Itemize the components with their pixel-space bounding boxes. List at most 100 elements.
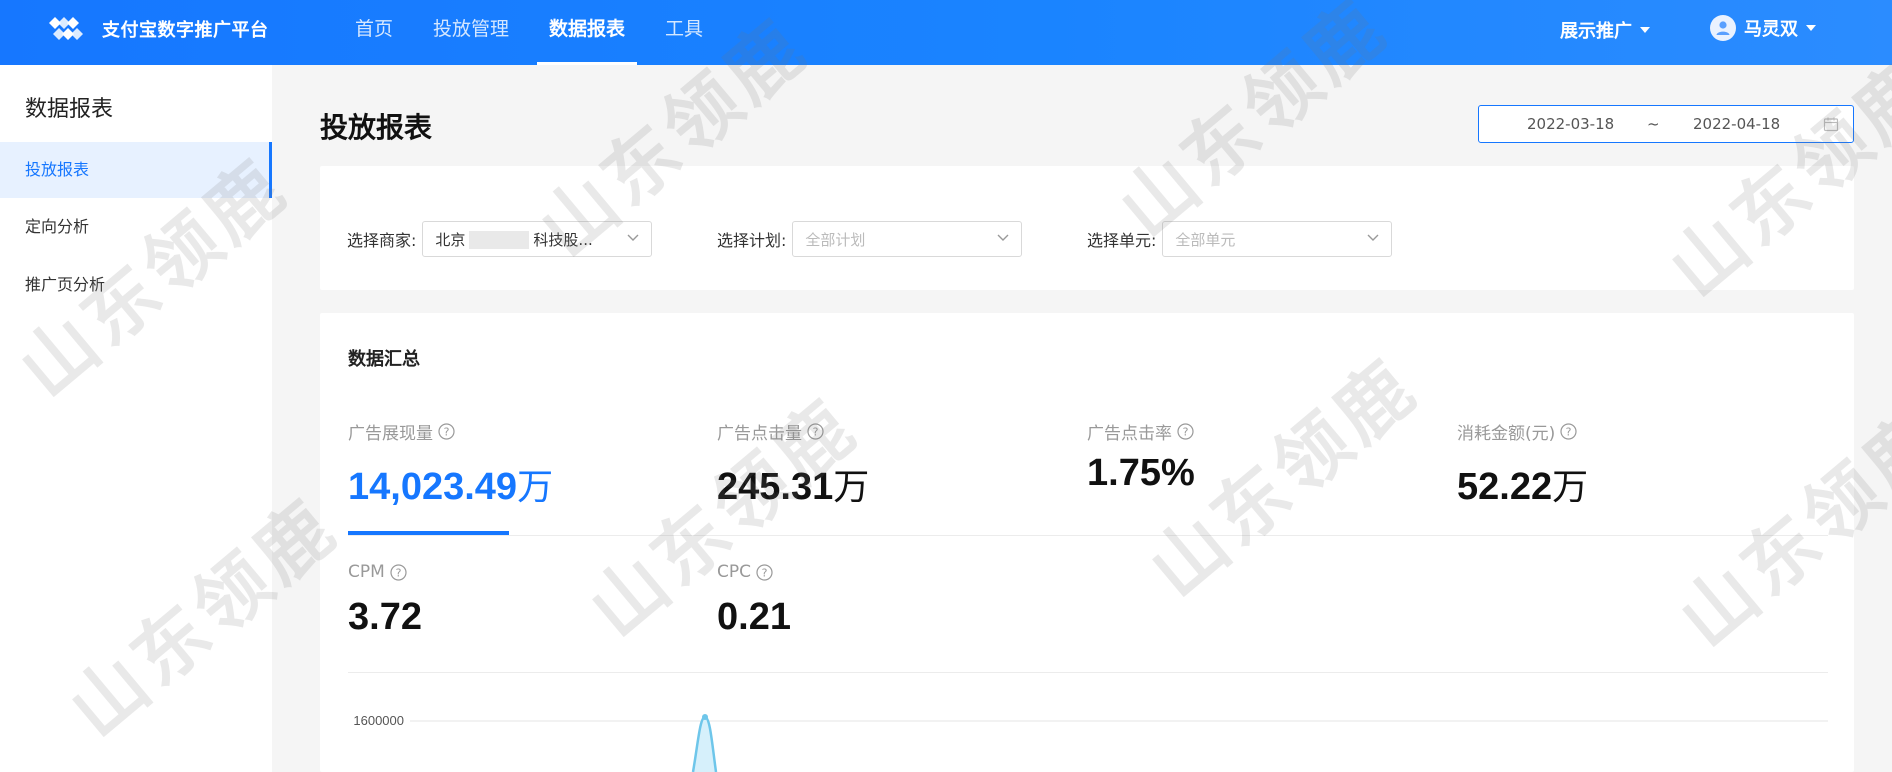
metric-label-text: 广告点击量 xyxy=(717,424,802,444)
user-menu[interactable]: 马灵双 xyxy=(1710,15,1816,41)
alipay-logo-icon xyxy=(49,17,83,40)
metric-label: 广告点击率 ? xyxy=(1087,419,1195,444)
unit-select-placeholder: 全部单元 xyxy=(1175,230,1236,249)
metric-clicks[interactable]: 广告点击量 ? 245.31万 xyxy=(717,419,869,510)
date-start[interactable]: 2022-03-18 xyxy=(1527,115,1614,133)
svg-text:?: ? xyxy=(444,426,450,439)
metric-cpc[interactable]: CPC ? 0.21 xyxy=(717,562,791,639)
chevron-down-icon xyxy=(627,234,639,241)
date-end[interactable]: 2022-04-18 xyxy=(1693,115,1780,133)
y-tick-label: 1600000 xyxy=(353,713,404,728)
metric-value: 0.21 xyxy=(717,596,791,639)
metric-unit: 万 xyxy=(833,466,870,507)
filter-panel: 选择商家: 北京 科技股... 选择计划: 全部计划 选择单元: 全部单元 xyxy=(320,166,1854,290)
calendar-icon xyxy=(1823,117,1839,132)
help-icon[interactable]: ? xyxy=(807,423,824,440)
svg-text:?: ? xyxy=(395,566,401,579)
metric-label: 广告展现量 ? xyxy=(348,419,553,444)
user-name: 马灵双 xyxy=(1744,19,1798,40)
metric-cpm[interactable]: CPM ? 3.72 xyxy=(348,562,422,639)
metric-value: 1.75% xyxy=(1087,452,1195,495)
svg-text:?: ? xyxy=(1566,426,1572,439)
data-summary-panel: 数据汇总 广告展现量 ? 14,023.49万 广告点击量 ? 245.31万 … xyxy=(320,313,1854,772)
merchant-filter-label: 选择商家: xyxy=(347,231,417,250)
avatar xyxy=(1710,15,1736,41)
page-title: 投放报表 xyxy=(320,111,433,144)
metric-label-text: 消耗金额(元) xyxy=(1457,424,1556,444)
caret-down-icon xyxy=(1806,25,1816,31)
metrics-divider xyxy=(348,535,1828,536)
chevron-down-icon xyxy=(1367,234,1379,241)
metric-unit: 万 xyxy=(517,466,554,507)
redacted-block xyxy=(469,231,530,249)
plan-filter-label: 选择计划: xyxy=(717,231,787,250)
sidebar-item-targeting-analysis[interactable]: 定向分析 xyxy=(0,199,272,255)
merchant-value-prefix: 北京 xyxy=(435,230,466,249)
unit-select[interactable]: 全部单元 xyxy=(1162,221,1393,257)
help-icon[interactable]: ? xyxy=(438,423,455,440)
sidebar: 数据报表 投放报表 定向分析 推广页分析 xyxy=(0,65,272,772)
nav-item-home[interactable]: 首页 xyxy=(355,0,393,65)
data-point xyxy=(702,714,708,720)
merchant-select[interactable]: 北京 科技股... xyxy=(422,221,653,257)
top-navigation-bar: 支付宝数字推广平台 首页 投放管理 数据报表 工具 展示推广 马灵双 xyxy=(0,0,1892,65)
metric-value: 3.72 xyxy=(348,596,422,639)
metric-number: 3.72 xyxy=(348,596,422,638)
metric-label-text: CPM xyxy=(348,562,385,582)
metric-number: 14,023.49 xyxy=(348,466,518,508)
metric-label: CPM ? xyxy=(348,562,422,582)
metric-label: 广告点击量 ? xyxy=(717,419,869,444)
merchant-select-value: 北京 科技股... xyxy=(435,229,593,250)
merchant-value-suffix: 科技股... xyxy=(533,230,593,249)
nav-item-data-reports[interactable]: 数据报表 xyxy=(537,0,638,65)
metric-spend[interactable]: 消耗金额(元) ? 52.22万 xyxy=(1457,419,1588,510)
metric-number: 1.75% xyxy=(1087,452,1195,494)
metric-value: 245.31万 xyxy=(717,458,869,510)
metric-label-text: CPC xyxy=(717,562,751,582)
metric-impressions[interactable]: 广告展现量 ? 14,023.49万 xyxy=(348,419,553,510)
caret-down-icon xyxy=(1640,27,1650,33)
metric-label: 消耗金额(元) ? xyxy=(1457,419,1588,444)
promotion-type-label: 展示推广 xyxy=(1560,21,1632,42)
main-nav: 首页 投放管理 数据报表 工具 xyxy=(355,0,743,65)
help-icon[interactable]: ? xyxy=(1560,423,1577,440)
svg-text:?: ? xyxy=(762,566,768,579)
unit-filter-label: 选择单元: xyxy=(1087,231,1157,250)
plan-filter: 选择计划: 全部计划 xyxy=(717,221,1023,257)
brand-name: 支付宝数字推广平台 xyxy=(102,20,269,41)
help-icon[interactable]: ? xyxy=(756,563,773,581)
series-line xyxy=(691,715,718,772)
help-icon[interactable]: ? xyxy=(1177,423,1194,440)
sidebar-title: 数据报表 xyxy=(25,97,114,122)
impressions-line-chart: 1600000 xyxy=(353,713,1828,772)
date-range-picker[interactable]: 2022-03-18 ~ 2022-04-18 xyxy=(1478,105,1854,143)
merchant-filter: 选择商家: 北京 科技股... xyxy=(347,221,653,257)
chevron-down-icon xyxy=(997,234,1009,241)
metric-unit: 万 xyxy=(1552,466,1589,507)
metric-number: 0.21 xyxy=(717,596,791,638)
user-icon xyxy=(1716,21,1730,35)
help-icon[interactable]: ? xyxy=(390,563,407,581)
plan-select[interactable]: 全部计划 xyxy=(792,221,1023,257)
metric-label: CPC ? xyxy=(717,562,791,582)
metric-value: 52.22万 xyxy=(1457,458,1588,510)
metric-value: 14,023.49万 xyxy=(348,458,553,510)
chart-divider xyxy=(348,672,1828,673)
metric-label-text: 广告展现量 xyxy=(348,424,433,444)
nav-item-tools[interactable]: 工具 xyxy=(665,0,703,65)
svg-text:?: ? xyxy=(813,426,819,439)
brand-logo[interactable]: 支付宝数字推广平台 xyxy=(42,14,269,44)
metric-number: 245.31 xyxy=(717,466,834,508)
date-separator: ~ xyxy=(1647,115,1660,133)
nav-item-campaign-management[interactable]: 投放管理 xyxy=(433,0,509,65)
unit-filter: 选择单元: 全部单元 xyxy=(1087,221,1393,257)
metric-label-text: 广告点击率 xyxy=(1087,424,1172,444)
sidebar-item-delivery-report[interactable]: 投放报表 xyxy=(0,142,272,198)
summary-title: 数据汇总 xyxy=(348,349,420,370)
metric-ctr[interactable]: 广告点击率 ? 1.75% xyxy=(1087,419,1195,495)
metric-number: 52.22 xyxy=(1457,466,1553,508)
plan-select-placeholder: 全部计划 xyxy=(805,230,866,249)
sidebar-item-landing-page-analysis[interactable]: 推广页分析 xyxy=(0,257,272,313)
svg-text:?: ? xyxy=(1183,426,1189,439)
promotion-type-dropdown[interactable]: 展示推广 xyxy=(1560,17,1650,43)
